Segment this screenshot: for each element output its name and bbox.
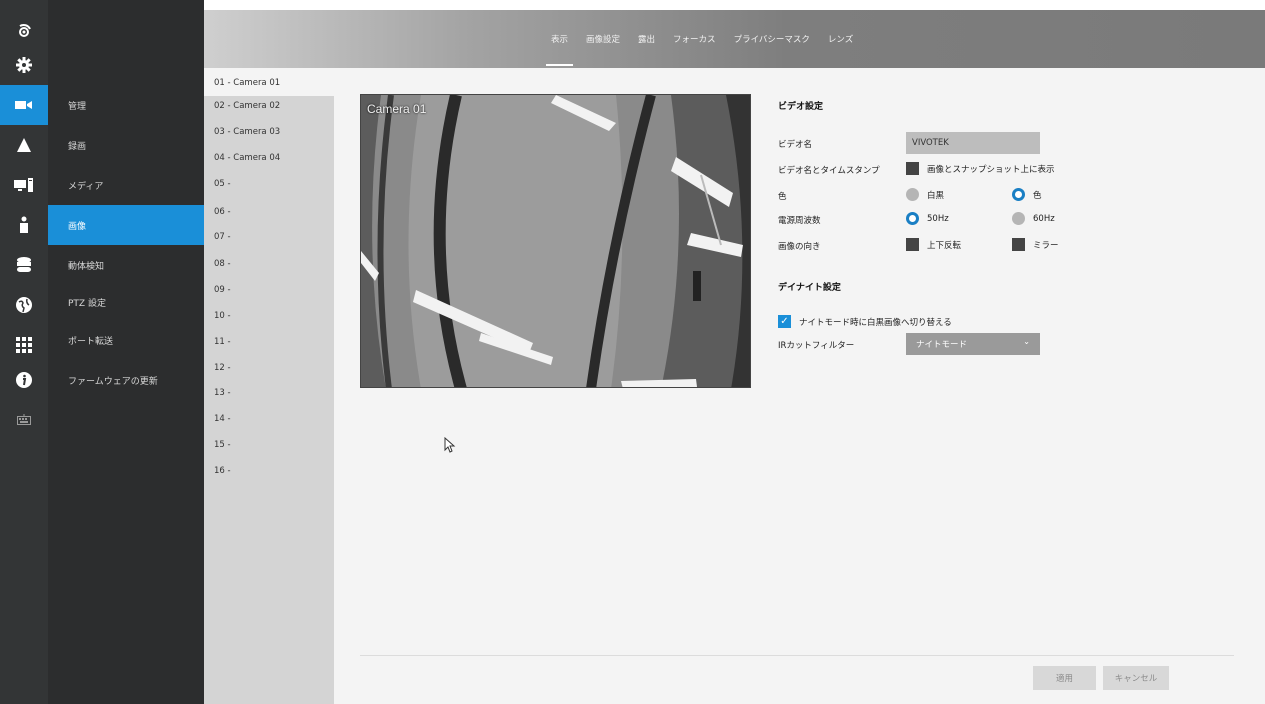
ir-filter-label: IRカットフィルター <box>778 341 855 351</box>
chevron-down-icon: ⌄ <box>1023 337 1030 346</box>
mirror-label: ミラー <box>1033 240 1059 251</box>
video-name-input[interactable] <box>906 132 1040 154</box>
settings-menu: 管理 録画 メディア 画像 動体検知 PTZ 設定 ポート転送 ファームウェアの… <box>48 0 204 704</box>
color-bw-radio[interactable]: 白黒 <box>906 188 944 201</box>
camera-list-item[interactable]: 06 - <box>204 199 334 225</box>
keyboard-icon[interactable] <box>0 400 48 440</box>
video-preview[interactable]: Camera 01 <box>360 94 751 388</box>
camera-list-item[interactable]: 14 - <box>204 406 334 432</box>
night-bw-label: ナイトモード時に白黒画像へ切り替える <box>799 317 952 328</box>
mouse-cursor-icon <box>444 437 456 453</box>
radio-circle <box>906 188 919 201</box>
color-color-label: 色 <box>1033 190 1042 201</box>
frequency-label: 電源周波数 <box>778 216 821 226</box>
freq-50-label: 50Hz <box>927 213 949 224</box>
menu-item-motion[interactable]: 動体検知 <box>48 245 204 285</box>
alert-icon[interactable] <box>0 125 48 165</box>
tab-image-settings[interactable]: 画像設定 <box>577 10 629 68</box>
mirror-checkbox[interactable]: ミラー <box>1012 238 1059 251</box>
camera-icon[interactable] <box>0 85 48 125</box>
camera-list-item[interactable]: 09 - <box>204 277 334 303</box>
menu-item-management[interactable]: 管理 <box>48 85 204 125</box>
freq-60-radio[interactable]: 60Hz <box>1012 212 1055 225</box>
globe-icon[interactable] <box>0 285 48 325</box>
menu-item-media[interactable]: メディア <box>48 165 204 205</box>
monitor-icon[interactable] <box>0 165 48 205</box>
radio-circle-selected <box>1012 188 1025 201</box>
tab-focus[interactable]: フォーカス <box>664 10 725 68</box>
menu-item-ptz[interactable]: PTZ 設定 <box>48 282 204 322</box>
tab-exposure[interactable]: 露出 <box>629 10 664 68</box>
stamp-checkbox[interactable]: 画像とスナップショット上に表示 <box>906 162 1055 175</box>
video-overlay-label: Camera 01 <box>367 102 427 116</box>
menu-item-recording[interactable]: 録画 <box>48 125 204 165</box>
check-icon: ✓ <box>778 315 791 328</box>
fisheye-image <box>361 95 750 387</box>
storage-icon[interactable] <box>0 245 48 285</box>
radio-circle-selected <box>906 212 919 225</box>
menu-item-firmware[interactable]: ファームウェアの更新 <box>48 360 204 400</box>
tab-bar: 表示 画像設定 露出 フォーカス プライバシーマスク レンズ <box>542 10 862 68</box>
camera-list-item[interactable]: 10 - <box>204 303 334 329</box>
info-icon[interactable] <box>0 360 48 400</box>
camera-list-item[interactable]: 13 - <box>204 380 334 406</box>
footer-divider <box>360 655 1234 656</box>
person-icon[interactable] <box>0 205 48 245</box>
section-title-daynight: デイナイト設定 <box>778 283 841 293</box>
color-label: 色 <box>778 192 787 202</box>
color-bw-label: 白黒 <box>927 190 945 201</box>
camera-list-item[interactable]: 07 - <box>204 224 334 250</box>
camera-list: 01 - Camera 01 02 - Camera 02 03 - Camer… <box>204 70 334 704</box>
checkbox-box <box>906 162 919 175</box>
top-bar: 表示 画像設定 露出 フォーカス プライバシーマスク レンズ <box>204 10 1265 68</box>
camera-list-item[interactable]: 15 - <box>204 432 334 458</box>
tab-lens[interactable]: レンズ <box>819 10 862 68</box>
checkbox-box <box>906 238 919 251</box>
camera-list-item[interactable]: 11 - <box>204 329 334 355</box>
stamp-option-label: 画像とスナップショット上に表示 <box>927 164 1055 175</box>
camera-list-item[interactable]: 04 - Camera 04 <box>204 145 334 171</box>
flip-checkbox[interactable]: 上下反転 <box>906 238 961 251</box>
orientation-label: 画像の向き <box>778 242 821 252</box>
apply-button[interactable]: 適用 <box>1033 666 1096 690</box>
radio-circle <box>1012 212 1025 225</box>
freq-60-label: 60Hz <box>1033 213 1055 224</box>
ir-filter-select[interactable]: ナイトモード ⌄ <box>906 333 1040 355</box>
grid-icon[interactable] <box>0 325 48 365</box>
night-bw-checkbox[interactable]: ✓ ナイトモード時に白黒画像へ切り替える <box>778 315 952 328</box>
app-window: 管理 録画 メディア 画像 動体検知 PTZ 設定 ポート転送 ファームウェアの… <box>0 0 1265 704</box>
freq-50-radio[interactable]: 50Hz <box>906 212 949 225</box>
icon-rail <box>0 0 48 704</box>
section-title-video: ビデオ設定 <box>778 102 824 112</box>
gear-icon[interactable] <box>0 45 48 85</box>
camera-list-item[interactable]: 12 - <box>204 355 334 381</box>
checkbox-box <box>1012 238 1025 251</box>
tab-privacy-mask[interactable]: プライバシーマスク <box>725 10 819 68</box>
ir-filter-value: ナイトモード <box>916 340 968 350</box>
menu-item-image[interactable]: 画像 <box>48 205 204 245</box>
stamp-label: ビデオ名とタイムスタンプ <box>778 166 880 176</box>
logout-icon[interactable] <box>0 10 48 50</box>
menu-item-port-forwarding[interactable]: ポート転送 <box>48 320 204 360</box>
color-color-radio[interactable]: 色 <box>1012 188 1042 201</box>
camera-list-item[interactable]: 05 - <box>204 171 334 197</box>
tab-display[interactable]: 表示 <box>542 10 577 68</box>
flip-label: 上下反転 <box>927 240 962 251</box>
camera-list-item[interactable]: 16 - <box>204 458 334 484</box>
video-name-label: ビデオ名 <box>778 140 813 150</box>
settings-panel: ビデオ設定 ビデオ名 ビデオ名とタイムスタンプ 画像とスナップショット上に表示 … <box>778 94 1108 384</box>
camera-list-item[interactable]: 03 - Camera 03 <box>204 119 334 145</box>
cancel-button[interactable]: キャンセル <box>1103 666 1169 690</box>
camera-list-item[interactable]: 02 - Camera 02 <box>204 93 334 119</box>
camera-list-item[interactable]: 08 - <box>204 251 334 277</box>
